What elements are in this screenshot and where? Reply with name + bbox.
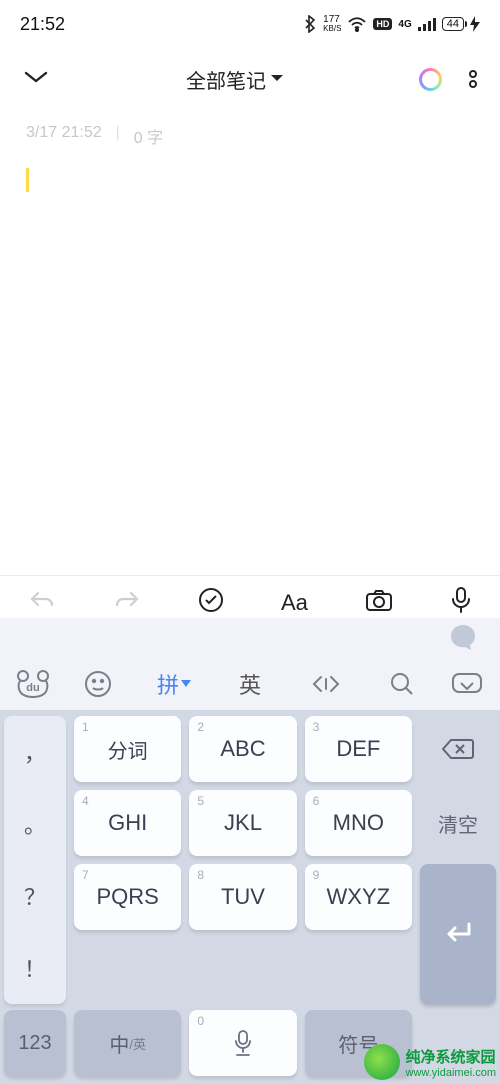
- enter-icon: [441, 920, 475, 948]
- punct-question[interactable]: ？: [4, 860, 66, 932]
- theme-button[interactable]: [419, 68, 442, 91]
- num-key[interactable]: 123: [4, 1010, 66, 1076]
- collapse-button[interactable]: [22, 67, 82, 92]
- caret-down-icon: [181, 680, 191, 688]
- ai-assist-icon[interactable]: [448, 623, 478, 653]
- emoji-tab[interactable]: [64, 670, 132, 698]
- key-4[interactable]: 4GHI: [74, 790, 181, 856]
- code-tab[interactable]: [292, 673, 360, 695]
- key-8[interactable]: 8TUV: [189, 864, 296, 930]
- note-body[interactable]: [0, 148, 500, 217]
- text-style-button[interactable]: Aa: [281, 590, 308, 616]
- net-badge: 4G: [398, 19, 411, 30]
- bluetooth-icon: [303, 15, 317, 33]
- clear-key[interactable]: 清空: [420, 790, 496, 856]
- backspace-key[interactable]: [420, 716, 496, 782]
- key-5[interactable]: 5JKL: [189, 790, 296, 856]
- enter-key[interactable]: [420, 864, 496, 1004]
- punct-period[interactable]: 。: [4, 788, 66, 860]
- pinyin-tab[interactable]: 拼: [140, 668, 208, 700]
- status-bar: 21:52 177KB/S HD 4G 44: [0, 0, 500, 48]
- caret-down-icon: [270, 74, 284, 84]
- wifi-icon: [347, 16, 367, 32]
- chevron-down-icon: [22, 67, 50, 87]
- search-icon: [389, 671, 415, 697]
- app-header: 全部笔记: [0, 48, 500, 110]
- smile-icon: [84, 670, 112, 698]
- mic-space-icon: [233, 1029, 253, 1057]
- undo-button[interactable]: [28, 589, 56, 616]
- redo-button[interactable]: [113, 589, 141, 616]
- net-speed: 177KB/S: [323, 15, 341, 33]
- hd-badge: HD: [373, 18, 392, 30]
- charging-icon: [470, 16, 480, 32]
- checklist-button[interactable]: [198, 587, 224, 618]
- keyboard-down-icon: [450, 671, 484, 697]
- backspace-icon: [441, 737, 475, 761]
- enter-fill: [420, 1010, 496, 1076]
- page-title: 全部笔记: [186, 65, 266, 94]
- symbol-key[interactable]: 符号: [305, 1010, 412, 1076]
- punct-comma[interactable]: ，: [4, 716, 66, 788]
- kbd-feed: [0, 618, 500, 658]
- note-date: 3/17 21:52: [26, 124, 102, 148]
- redo-icon: [113, 589, 141, 611]
- camera-icon: [365, 588, 393, 612]
- key-6[interactable]: 6MNO: [305, 790, 412, 856]
- more-button[interactable]: [468, 68, 478, 90]
- key-1[interactable]: 1分词: [74, 716, 181, 782]
- clock: 21:52: [20, 14, 65, 35]
- baidu-ime-button[interactable]: du: [10, 669, 56, 699]
- svg-text:du: du: [26, 682, 39, 694]
- lang-key[interactable]: 中/英: [74, 1010, 181, 1076]
- word-count: 0 字: [134, 124, 163, 148]
- check-circle-icon: [198, 587, 224, 613]
- key-7[interactable]: 7PQRS: [74, 864, 181, 930]
- code-icon: [311, 673, 341, 695]
- kbd-grid: ， 。 ？ ！ 1分词 2ABC 3DEF 4GHI 5JKL 6MNO 清空 …: [0, 710, 500, 1010]
- notes-dropdown[interactable]: 全部笔记: [82, 65, 388, 94]
- hide-keyboard-button[interactable]: [444, 671, 490, 697]
- english-tab[interactable]: 英: [216, 668, 284, 700]
- key-9[interactable]: 9WXYZ: [305, 864, 412, 930]
- status-right: 177KB/S HD 4G 44: [303, 15, 480, 33]
- punct-exclaim[interactable]: ！: [4, 932, 66, 1004]
- punct-column: ， 。 ？ ！: [4, 716, 66, 1004]
- kbd-tabs: du 拼 英: [0, 658, 500, 710]
- note-meta: 3/17 21:52 | 0 字: [0, 110, 500, 148]
- microphone-icon: [450, 586, 472, 614]
- space-key[interactable]: 0: [189, 1010, 296, 1076]
- bear-icon: du: [15, 669, 51, 699]
- key-2[interactable]: 2ABC: [189, 716, 296, 782]
- search-tab[interactable]: [368, 671, 436, 697]
- voice-button[interactable]: [450, 586, 472, 619]
- signal-icon: [418, 17, 436, 31]
- camera-button[interactable]: [365, 588, 393, 617]
- text-cursor: [26, 168, 29, 192]
- key-3[interactable]: 3DEF: [305, 716, 412, 782]
- undo-icon: [28, 589, 56, 611]
- keyboard: du 拼 英 ， 。 ？ ！ 1分词 2ABC 3DEF 4GHI 5JKL 6…: [0, 618, 500, 1084]
- kbd-bottom-row: 123 中/英 0 符号: [0, 1010, 500, 1084]
- battery: 44: [442, 17, 464, 31]
